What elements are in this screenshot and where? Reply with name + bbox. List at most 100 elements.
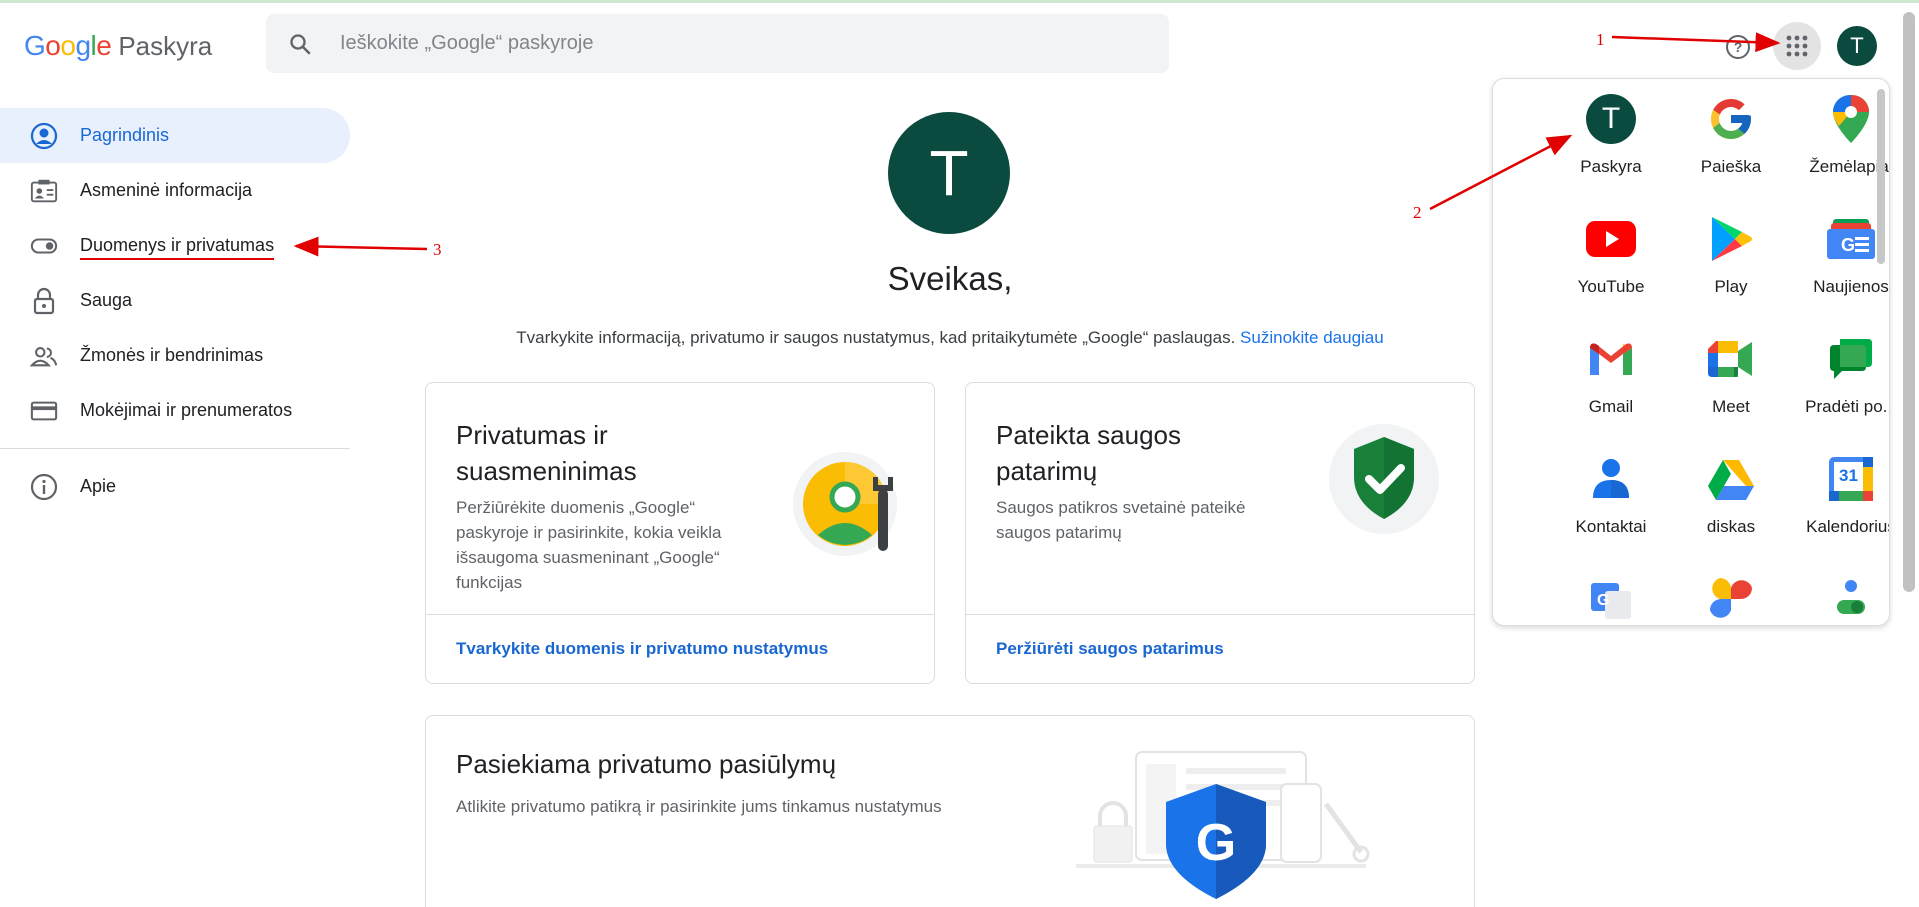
card-desc-line: paskyroje ir pasirinkite, kokia veikla <box>456 523 722 542</box>
annotation-number-3: 3 <box>433 240 442 259</box>
calendar-day-number: 31 <box>1839 466 1858 485</box>
manage-privacy-link[interactable]: Tvarkykite duomenis ir privatumo nustaty… <box>456 639 828 659</box>
product-name: Paskyra <box>118 30 213 61</box>
page-title: Sveikas, <box>887 260 1013 297</box>
privacy-checkup-illustration: G <box>1076 751 1370 899</box>
search-input[interactable] <box>340 32 1100 55</box>
search-bar[interactable] <box>266 14 1169 73</box>
app-label: YouTube <box>1577 277 1645 296</box>
gmail-icon <box>1585 333 1637 385</box>
sidebar-item-label: Apie <box>80 476 117 496</box>
app-header: Google Paskyra ? T <box>0 3 1919 83</box>
app-label: Meet <box>1712 397 1750 416</box>
sidebar-item-label: Žmonės ir bendrinimas <box>80 345 264 365</box>
app-label: Naujienos <box>1813 277 1889 296</box>
sidebar-item-about[interactable]: Apie <box>0 459 350 514</box>
apps-grid-icon <box>1786 35 1808 57</box>
sidebar-item-label: Pagrindinis <box>80 125 170 145</box>
card-title: Privatumas ir suasmeninimas <box>456 417 637 489</box>
translate-icon: G <box>1585 573 1637 625</box>
app-tile-search[interactable]: Paieška <box>1672 79 1790 189</box>
app-label: diskas <box>1706 517 1756 536</box>
app-tile-news[interactable]: G Naujienos <box>1792 199 1889 309</box>
privacy-personalization-card[interactable]: Privatumas ir suasmeninimas Peržiūrėkite… <box>425 382 935 684</box>
app-label: Paskyra <box>1580 157 1642 176</box>
app-tile-meet[interactable]: Meet <box>1672 319 1790 429</box>
card-title: Pasiekiama privatumo pasiūlymų <box>456 749 837 779</box>
card-title-line: Pateikta saugos <box>996 420 1182 450</box>
sidebar-item-people-sharing[interactable]: Žmonės ir bendrinimas <box>0 328 350 383</box>
sidebar-item-label: Sauga <box>80 290 133 310</box>
privacy-suggestions-card[interactable]: Pasiekiama privatumo pasiūlymų Atlikite … <box>425 715 1475 907</box>
family-icon <box>1825 573 1877 625</box>
google-logo-text: Google <box>24 30 112 61</box>
news-icon: G <box>1825 213 1877 265</box>
app-tile-photos[interactable] <box>1672 559 1790 625</box>
view-security-tips-link[interactable]: Peržiūrėti saugos patarimus <box>996 639 1224 659</box>
card-desc-line: funkcijas <box>456 573 523 592</box>
credit-card-icon <box>30 397 58 425</box>
page-scrollbar[interactable] <box>1903 12 1915 592</box>
account-avatar-icon: T <box>1585 93 1637 145</box>
sidebar-item-personal-info[interactable]: Asmeninė informacija <box>0 163 350 218</box>
intro-text: Tvarkykite informaciją, privatumo ir sau… <box>420 328 1480 348</box>
security-tips-card[interactable]: Pateikta saugos patarimų Saugos patikros… <box>965 382 1475 684</box>
app-tile-maps[interactable]: Žemėlapiai <box>1792 79 1889 189</box>
play-store-icon <box>1705 213 1757 265</box>
sidebar-nav: Pagrindinis Asmeninė informacija Duomeny… <box>0 108 350 514</box>
intro-description: Tvarkykite informaciją, privatumo ir sau… <box>516 328 1236 347</box>
app-tile-translate[interactable]: G <box>1552 559 1670 625</box>
app-tile-gmail[interactable]: Gmail <box>1552 319 1670 429</box>
svg-text:G: G <box>1196 814 1236 872</box>
app-tile-play[interactable]: Play <box>1672 199 1790 309</box>
card-description: Saugos patikros svetainė pateikė saugos … <box>996 495 1316 545</box>
search-icon[interactable] <box>288 32 312 56</box>
account-avatar-button[interactable]: T <box>1837 26 1877 66</box>
google-apps-button[interactable] <box>1773 22 1821 70</box>
sidebar-item-payments[interactable]: Mokėjimai ir prenumeratos <box>0 383 350 438</box>
youtube-icon <box>1585 213 1637 265</box>
app-tile-family[interactable] <box>1792 559 1889 625</box>
sidebar-item-data-privacy[interactable]: Duomenys ir privatumas <box>0 218 350 273</box>
card-footer[interactable]: Tvarkykite duomenis ir privatumo nustaty… <box>426 614 934 683</box>
annotation-number-2: 2 <box>1413 203 1422 222</box>
google-g-icon <box>1705 93 1757 145</box>
sidebar-item-home[interactable]: Pagrindinis <box>0 108 350 163</box>
app-label: Gmail <box>1588 397 1634 416</box>
google-account-logo[interactable]: Google Paskyra <box>24 29 212 63</box>
sidebar-item-security[interactable]: Sauga <box>0 273 350 328</box>
account-circle-icon <box>30 122 58 150</box>
app-avatar-letter: T <box>1586 94 1636 144</box>
app-tile-account[interactable]: T Paskyra <box>1552 79 1670 189</box>
card-footer[interactable]: Peržiūrėti saugos patarimus <box>966 614 1474 683</box>
card-description: Peržiūrėkite duomenis „Google“ paskyroje… <box>456 495 766 595</box>
contacts-icon <box>1585 453 1637 505</box>
card-title-line: Privatumas ir <box>456 420 608 450</box>
app-tile-youtube[interactable]: YouTube <box>1552 199 1670 309</box>
card-title-line: patarimų <box>996 456 1098 486</box>
card-title: Pateikta saugos patarimų <box>996 417 1181 489</box>
app-tile-calendar[interactable]: 31 Kalendorius <box>1792 439 1889 549</box>
info-icon <box>30 473 58 501</box>
help-button[interactable]: ? <box>1722 31 1754 63</box>
lock-icon <box>30 287 58 315</box>
people-icon <box>30 342 58 370</box>
card-description: Atlikite privatumo patikrą ir pasirinkit… <box>456 797 942 816</box>
drive-icon <box>1705 453 1757 505</box>
card-desc-line: Peržiūrėkite duomenis „Google“ <box>456 498 696 517</box>
app-tile-drive[interactable]: diskas <box>1672 439 1790 549</box>
sidebar-item-label: Asmeninė informacija <box>80 180 253 200</box>
app-label: Kontaktai <box>1575 517 1647 536</box>
svg-text:?: ? <box>1734 39 1743 55</box>
app-tile-contacts[interactable]: Kontaktai <box>1552 439 1670 549</box>
app-label: Pradėti po... <box>1805 397 1890 416</box>
chat-icon <box>1825 333 1877 385</box>
app-tile-chat[interactable]: Pradėti po... <box>1792 319 1890 429</box>
apps-panel-scrollbar[interactable] <box>1877 89 1885 264</box>
shield-check-icon <box>1329 424 1439 534</box>
profile-avatar[interactable]: T <box>888 112 1010 234</box>
maps-pin-icon <box>1825 93 1877 145</box>
annotation-number-1: 1 <box>1596 30 1605 49</box>
card-desc-line: išsaugoma suasmeninant „Google“ <box>456 548 720 567</box>
learn-more-link[interactable]: Sužinokite daugiau <box>1240 328 1384 347</box>
